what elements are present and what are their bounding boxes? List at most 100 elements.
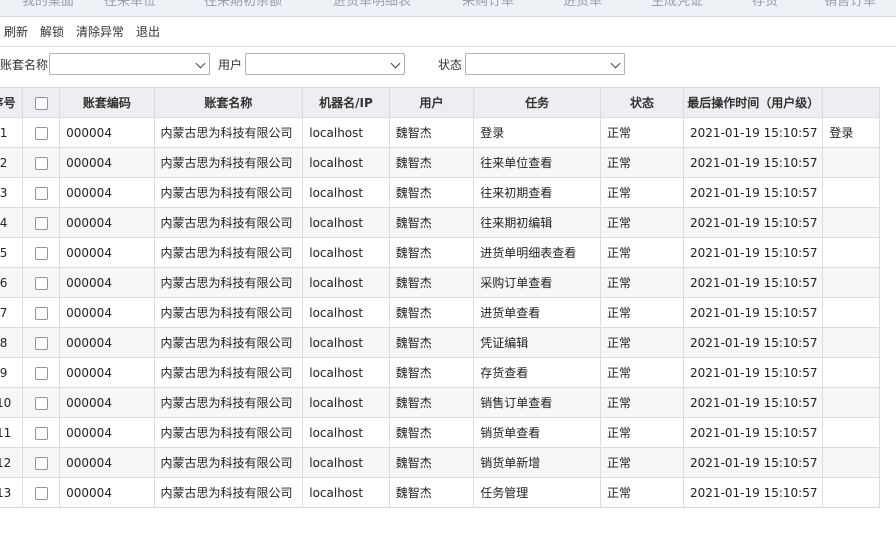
row-time: 2021-01-19 15:10:57	[683, 447, 824, 478]
row-checkbox[interactable]	[34, 126, 48, 140]
row-task: 销货单查看	[473, 417, 602, 448]
row-user: 魏智杰	[388, 147, 475, 178]
row-status: 正常	[600, 297, 685, 328]
row-index: 6	[0, 267, 24, 298]
tab-strip: 我的桌面 往来单位 往来期初余额 进货单明细表 采购订单 进货单 生成凭证 存货…	[0, 0, 896, 17]
refresh-button[interactable]: 刷新	[4, 23, 28, 41]
tab-inventory[interactable]: 存货	[752, 0, 778, 12]
tab-opening-balance[interactable]: 往来期初余额	[204, 0, 282, 12]
row-checkbox-cell	[22, 177, 61, 208]
row-index: 1	[0, 117, 24, 148]
table-row[interactable]: 11 000004内蒙古思为科技有限公司localhost魏智杰销货单查看正常20…	[0, 417, 880, 448]
row-checkbox[interactable]	[34, 336, 48, 350]
row-extra	[822, 417, 880, 448]
table-row[interactable]: 2 000004 内蒙古思为科技有限公司 localhost 魏智杰 往来单位查看 正常 20…	[0, 147, 880, 178]
row-user: 魏智杰	[388, 357, 475, 388]
row-code: 000004	[59, 447, 155, 478]
select-all-header	[22, 87, 61, 118]
row-code: 000004	[59, 207, 155, 238]
row-code: 000004	[59, 327, 155, 358]
row-index: 9	[0, 357, 24, 388]
row-index: 13	[0, 477, 24, 508]
row-user: 魏智杰	[388, 387, 475, 418]
row-index: 11	[0, 417, 24, 448]
row-account-name: 内蒙古思为科技有限公司	[153, 327, 304, 358]
table-row[interactable]: 12 000004内蒙古思为科技有限公司localhost魏智杰销货单新增正常20…	[0, 447, 880, 478]
row-machine: localhost	[302, 177, 390, 208]
table-row[interactable]: 8 000004 内蒙古思为科技有限公司 localhost 魏智杰 凭证编辑 正常 2021…	[0, 327, 880, 358]
row-time: 2021-01-19 15:10:57	[683, 237, 824, 268]
row-checkbox[interactable]	[34, 456, 48, 470]
col-machine-header[interactable]: 机器名/IP	[302, 87, 390, 118]
row-checkbox-cell	[22, 297, 61, 328]
table-row[interactable]: 10 000004内蒙古思为科技有限公司localhost魏智杰销售订单查看正常2…	[0, 387, 880, 418]
row-code: 000004	[59, 387, 155, 418]
tab-contacts[interactable]: 往来单位	[104, 0, 156, 12]
table-row[interactable]: 9 000004 内蒙古思为科技有限公司 localhost 魏智杰 存货查看 正常 2021…	[0, 357, 880, 388]
row-checkbox[interactable]	[34, 486, 48, 500]
row-time: 2021-01-19 15:10:57	[683, 357, 824, 388]
row-user: 魏智杰	[388, 447, 475, 478]
row-task: 销货单新增	[473, 447, 602, 478]
status-label: 状态	[438, 58, 463, 72]
row-checkbox[interactable]	[34, 186, 48, 200]
table-row[interactable]: 5 000004 内蒙古思为科技有限公司 localhost 魏智杰 进货单明细表查看 正常…	[0, 237, 880, 268]
row-account-name: 内蒙古思为科技有限公司	[153, 117, 304, 148]
row-code: 000004	[59, 477, 155, 508]
row-status: 正常	[600, 177, 685, 208]
table-row[interactable]: 4 000004 内蒙古思为科技有限公司 localhost 魏智杰 往来期初编辑 正常 20…	[0, 207, 880, 238]
row-extra	[822, 447, 880, 478]
row-checkbox[interactable]	[34, 426, 48, 440]
tab-generate-voucher[interactable]: 生成凭证	[651, 0, 703, 12]
table-row[interactable]: 7 000004 内蒙古思为科技有限公司 localhost 魏智杰 进货单查看 正常 202…	[0, 297, 880, 328]
unlock-button[interactable]: 解锁	[40, 23, 64, 41]
select-all-checkbox[interactable]	[34, 96, 48, 110]
row-checkbox[interactable]	[34, 216, 48, 230]
clear-exceptions-button[interactable]: 清除异常	[76, 23, 124, 41]
col-extra-header	[822, 87, 880, 118]
row-checkbox-cell	[22, 267, 61, 298]
tab-purchase-detail[interactable]: 进货单明细表	[333, 0, 411, 12]
tab-my-desktop[interactable]: 我的桌面	[22, 0, 74, 12]
col-code-header[interactable]: 账套编码	[59, 87, 155, 118]
row-checkbox[interactable]	[34, 276, 48, 290]
row-code: 000004	[59, 357, 155, 388]
row-machine: localhost	[302, 207, 390, 238]
row-machine: localhost	[302, 147, 390, 178]
table-row[interactable]: 13 000004内蒙古思为科技有限公司localhost魏智杰任务管理正常202…	[0, 477, 880, 508]
col-status-header[interactable]: 状态	[600, 87, 685, 118]
row-status: 正常	[600, 447, 685, 478]
tab-sales-order[interactable]: 销售订单	[824, 0, 876, 12]
row-task: 进货单明细表查看	[473, 237, 602, 268]
table-row[interactable]: 3 000004 内蒙古思为科技有限公司 localhost 魏智杰 往来初期查看 正常 20…	[0, 177, 880, 208]
row-status: 正常	[600, 357, 685, 388]
col-name-header[interactable]: 账套名称	[153, 87, 304, 118]
row-index: 4	[0, 207, 24, 238]
table-row[interactable]: 1 000004 内蒙古思为科技有限公司 localhost 魏智杰 登录 正常 2021-0…	[0, 117, 880, 148]
row-code: 000004	[59, 237, 155, 268]
user-select[interactable]	[245, 53, 405, 75]
row-checkbox[interactable]	[34, 306, 48, 320]
col-task-header[interactable]: 任务	[473, 87, 602, 118]
row-checkbox[interactable]	[34, 246, 48, 260]
status-select[interactable]	[465, 53, 625, 75]
tab-purchase-order[interactable]: 采购订单	[462, 0, 514, 12]
row-checkbox[interactable]	[34, 396, 48, 410]
account-set-select[interactable]	[49, 53, 210, 75]
exit-button[interactable]: 退出	[136, 23, 160, 41]
col-index-header[interactable]: 序号	[0, 87, 24, 118]
row-machine: localhost	[302, 237, 390, 268]
row-checkbox[interactable]	[34, 156, 48, 170]
tab-purchase-receipt[interactable]: 进货单	[563, 0, 602, 12]
col-user-header[interactable]: 用户	[388, 87, 475, 118]
row-status: 正常	[600, 207, 685, 238]
row-status: 正常	[600, 237, 685, 268]
row-task: 登录	[473, 117, 602, 148]
col-time-header[interactable]: 最后操作时间（用户级）	[683, 87, 824, 118]
row-extra	[822, 147, 880, 178]
row-index: 2	[0, 147, 24, 178]
table-row[interactable]: 6 000004 内蒙古思为科技有限公司 localhost 魏智杰 采购订单查看 正常 20…	[0, 267, 880, 298]
row-index: 10	[0, 387, 24, 418]
row-checkbox[interactable]	[34, 366, 48, 380]
row-time: 2021-01-19 15:10:57	[683, 417, 824, 448]
